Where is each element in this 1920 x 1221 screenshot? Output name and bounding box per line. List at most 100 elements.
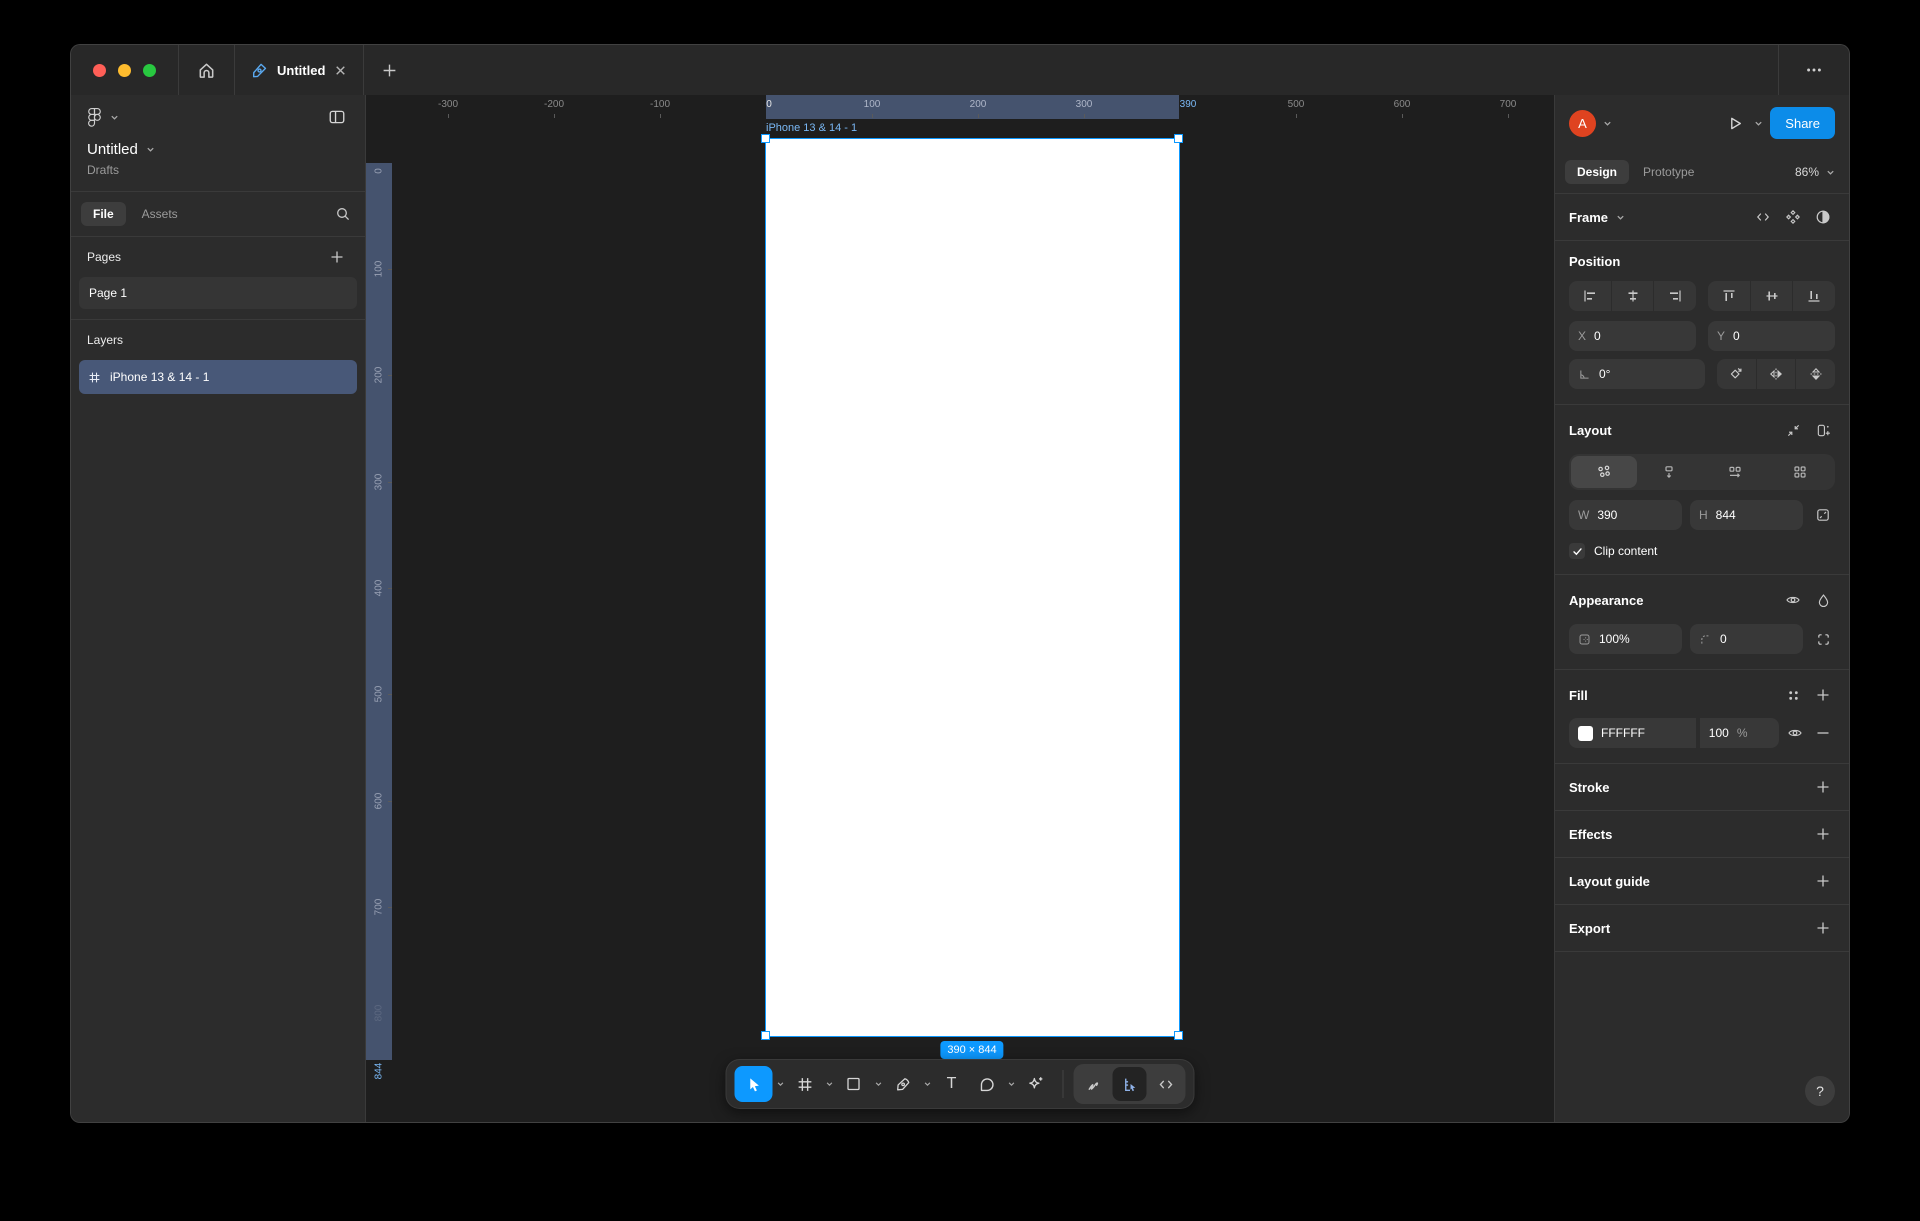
frame-tool-menu[interactable] <box>823 1066 836 1102</box>
remove-fill-button[interactable] <box>1811 721 1835 745</box>
actions-tool-button[interactable] <box>1019 1066 1053 1102</box>
file-name[interactable]: Untitled <box>87 141 138 158</box>
plus-icon <box>1816 780 1830 794</box>
close-tab-icon[interactable] <box>334 64 347 77</box>
frame-tool-button[interactable] <box>788 1066 822 1102</box>
comment-tool-menu[interactable] <box>1005 1066 1018 1102</box>
selection-type-label[interactable]: Frame <box>1569 210 1608 225</box>
selection-handle-bottom-right[interactable] <box>1174 1031 1183 1040</box>
visibility-button[interactable] <box>1781 588 1805 612</box>
zoom-menu[interactable]: 86% <box>1795 165 1841 179</box>
align-bottom-button[interactable] <box>1792 281 1835 311</box>
constrain-proportions-button[interactable] <box>1811 503 1835 527</box>
home-button[interactable] <box>179 45 234 95</box>
frame-title-label[interactable]: iPhone 13 & 14 - 1 <box>766 122 857 134</box>
selection-handle-bottom-left[interactable] <box>761 1031 770 1040</box>
minimize-window-button[interactable] <box>118 64 131 77</box>
component-button[interactable] <box>1781 205 1805 229</box>
flip-vertical-button[interactable] <box>1795 359 1835 389</box>
selection-handle-top-left[interactable] <box>761 134 770 143</box>
main-menu-button[interactable] <box>87 107 119 128</box>
blend-mode-button[interactable] <box>1811 588 1835 612</box>
independent-corners-button[interactable] <box>1811 627 1835 651</box>
page-list-item[interactable]: Page 1 <box>79 277 357 309</box>
dev-mode-button[interactable] <box>1149 1067 1183 1101</box>
close-window-button[interactable] <box>93 64 106 77</box>
y-position-input[interactable]: Y 0 <box>1708 321 1835 351</box>
layout-vertical-button[interactable] <box>1637 456 1703 488</box>
x-position-input[interactable]: X 0 <box>1569 321 1696 351</box>
pages-header: Pages <box>87 250 121 264</box>
selection-handle-top-right[interactable] <box>1174 134 1183 143</box>
tab-assets[interactable]: Assets <box>130 202 190 226</box>
pen-tool-button[interactable] <box>886 1066 920 1102</box>
comment-tool-button[interactable] <box>970 1066 1004 1102</box>
height-input[interactable]: H 844 <box>1690 500 1803 530</box>
add-auto-layout-button[interactable] <box>1811 418 1835 442</box>
fill-styles-button[interactable] <box>1781 683 1805 707</box>
move-tool-menu[interactable] <box>774 1066 787 1102</box>
chevron-down-icon[interactable] <box>1616 213 1625 222</box>
rotate-button[interactable] <box>1717 359 1756 389</box>
flip-horizontal-button[interactable] <box>1756 359 1796 389</box>
toggle-sidebar-button[interactable] <box>325 105 349 129</box>
tab-file[interactable]: File <box>81 202 126 226</box>
tab-design[interactable]: Design <box>1565 160 1629 184</box>
width-input[interactable]: W 390 <box>1569 500 1682 530</box>
align-v-center-button[interactable] <box>1750 281 1793 311</box>
horizontal-ruler[interactable]: -300 -200 -100 0 100 200 300 390 500 600… <box>366 95 1554 119</box>
canvas[interactable]: -300 -200 -100 0 100 200 300 390 500 600… <box>366 95 1554 1122</box>
fill-color-swatch[interactable] <box>1578 726 1593 741</box>
move-tool-button[interactable] <box>735 1066 773 1102</box>
figma-logo-icon <box>87 107 102 128</box>
angle-icon <box>1578 368 1591 381</box>
theme-toggle-button[interactable] <box>1811 205 1835 229</box>
fill-visibility-button[interactable] <box>1783 721 1807 745</box>
tab-prototype[interactable]: Prototype <box>1631 160 1706 184</box>
share-button[interactable]: Share <box>1770 107 1835 139</box>
add-layout-guide-button[interactable] <box>1811 869 1835 893</box>
file-tab[interactable]: Untitled <box>235 45 363 95</box>
draw-mode-button[interactable] <box>1077 1067 1111 1101</box>
search-button[interactable] <box>331 202 355 226</box>
layout-freeform-button[interactable] <box>1571 456 1637 488</box>
file-location[interactable]: Drafts <box>71 158 365 191</box>
fill-color-input[interactable]: FFFFFF <box>1569 718 1696 748</box>
add-fill-button[interactable] <box>1811 683 1835 707</box>
add-stroke-button[interactable] <box>1811 775 1835 799</box>
text-tool-button[interactable]: T <box>935 1066 969 1102</box>
add-page-button[interactable] <box>325 245 349 269</box>
resize-to-fit-button[interactable] <box>1781 418 1805 442</box>
help-button[interactable]: ? <box>1805 1076 1835 1106</box>
layer-row-selected[interactable]: iPhone 13 & 14 - 1 <box>79 360 357 394</box>
add-export-button[interactable] <box>1811 916 1835 940</box>
align-top-button[interactable] <box>1708 281 1750 311</box>
chevron-down-icon[interactable] <box>1603 119 1612 128</box>
chevron-down-icon[interactable] <box>1754 119 1763 128</box>
layout-horizontal-button[interactable] <box>1702 456 1768 488</box>
chevron-down-icon[interactable] <box>146 145 155 154</box>
corner-radius-input[interactable]: 0 <box>1690 624 1803 654</box>
avatar[interactable]: A <box>1569 110 1596 137</box>
window-menu-button[interactable] <box>1779 45 1849 95</box>
dev-code-button[interactable] <box>1751 205 1775 229</box>
new-tab-button[interactable] <box>364 45 415 95</box>
maximize-window-button[interactable] <box>143 64 156 77</box>
opacity-input[interactable]: 100% <box>1569 624 1682 654</box>
vertical-ruler[interactable]: 0 100 200 300 400 500 600 700 800 844 <box>366 119 396 1122</box>
design-frame[interactable] <box>766 139 1179 1036</box>
align-left-button[interactable] <box>1569 281 1611 311</box>
pen-tool-menu[interactable] <box>921 1066 934 1102</box>
present-button[interactable] <box>1723 111 1747 135</box>
shape-tool-button[interactable] <box>837 1066 871 1102</box>
add-effect-button[interactable] <box>1811 822 1835 846</box>
plus-icon <box>382 63 397 78</box>
rotation-input[interactable]: 0° <box>1569 359 1705 389</box>
clip-content-checkbox[interactable] <box>1569 543 1585 559</box>
align-h-center-button[interactable] <box>1611 281 1654 311</box>
shape-tool-menu[interactable] <box>872 1066 885 1102</box>
design-mode-button[interactable] <box>1113 1067 1147 1101</box>
layout-grid-button[interactable] <box>1768 456 1834 488</box>
fill-opacity-input[interactable]: 100 % <box>1700 718 1779 748</box>
align-right-button[interactable] <box>1653 281 1696 311</box>
